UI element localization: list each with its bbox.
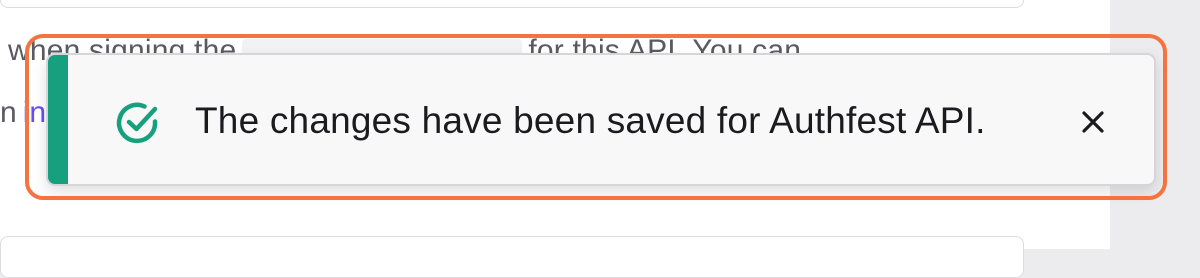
toast-message: The changes have been saved for Authfest… — [195, 100, 986, 141]
check-circle-icon — [116, 102, 158, 144]
bottom-input-field[interactable] — [0, 236, 1024, 278]
close-icon[interactable] — [1076, 105, 1110, 139]
description-prefix: n — [0, 96, 17, 129]
top-input-field[interactable] — [0, 0, 1024, 8]
success-toast: The changes have been saved for Authfest… — [46, 53, 1156, 186]
description-text-line-2: n in — [0, 96, 46, 130]
toast-accent-bar — [48, 55, 68, 184]
description-link[interactable]: in — [23, 96, 46, 129]
